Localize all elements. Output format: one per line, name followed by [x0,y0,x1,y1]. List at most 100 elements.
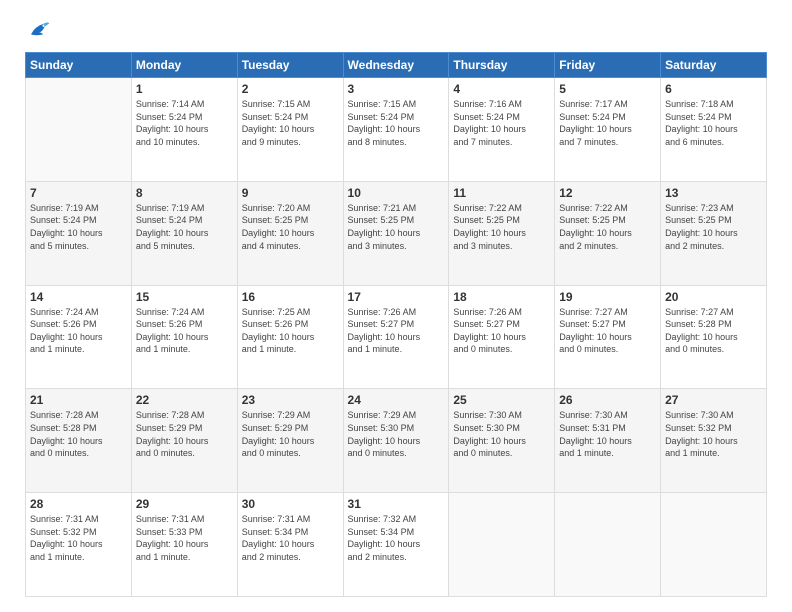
logo [25,20,51,40]
day-info: Sunrise: 7:17 AM Sunset: 5:24 PM Dayligh… [559,98,656,148]
day-info: Sunrise: 7:28 AM Sunset: 5:28 PM Dayligh… [30,409,127,459]
day-info: Sunrise: 7:29 AM Sunset: 5:30 PM Dayligh… [348,409,445,459]
day-info: Sunrise: 7:21 AM Sunset: 5:25 PM Dayligh… [348,202,445,252]
day-number: 19 [559,290,656,304]
day-info: Sunrise: 7:31 AM Sunset: 5:33 PM Dayligh… [136,513,233,563]
page: SundayMondayTuesdayWednesdayThursdayFrid… [0,0,792,612]
calendar-cell: 16 Sunrise: 7:25 AM Sunset: 5:26 PM Dayli… [237,285,343,389]
day-number: 26 [559,393,656,407]
day-number: 28 [30,497,127,511]
day-number: 16 [242,290,339,304]
calendar-cell: 17 Sunrise: 7:26 AM Sunset: 5:27 PM Dayli… [343,285,449,389]
day-info: Sunrise: 7:29 AM Sunset: 5:29 PM Dayligh… [242,409,339,459]
calendar-header-thursday: Thursday [449,53,555,78]
calendar-cell [555,493,661,597]
day-number: 11 [453,186,550,200]
calendar-header-monday: Monday [131,53,237,78]
day-number: 17 [348,290,445,304]
day-info: Sunrise: 7:26 AM Sunset: 5:27 PM Dayligh… [453,306,550,356]
calendar-week-1: 1Sunrise: 7:14 AM Sunset: 5:24 PM Daylig… [26,78,767,182]
day-number: 23 [242,393,339,407]
day-info: Sunrise: 7:30 AM Sunset: 5:32 PM Dayligh… [665,409,762,459]
calendar-week-5: 28 Sunrise: 7:31 AM Sunset: 5:32 PM Dayli… [26,493,767,597]
day-number: 25 [453,393,550,407]
calendar-week-4: 21 Sunrise: 7:28 AM Sunset: 5:28 PM Dayli… [26,389,767,493]
day-number: 12 [559,186,656,200]
day-number: 31 [348,497,445,511]
calendar-week-3: 14 Sunrise: 7:24 AM Sunset: 5:26 PM Dayli… [26,285,767,389]
calendar-cell: 10 Sunrise: 7:21 AM Sunset: 5:25 PM Dayli… [343,181,449,285]
day-number: 2 [242,82,339,96]
calendar-cell [26,78,132,182]
day-number: 4 [453,82,550,96]
calendar-cell: 22 Sunrise: 7:28 AM Sunset: 5:29 PM Dayli… [131,389,237,493]
calendar-cell [661,493,767,597]
day-number: 15 [136,290,233,304]
day-info: Sunrise: 7:26 AM Sunset: 5:27 PM Dayligh… [348,306,445,356]
day-info: Sunrise: 7:27 AM Sunset: 5:27 PM Dayligh… [559,306,656,356]
day-number: 18 [453,290,550,304]
day-number: 22 [136,393,233,407]
calendar-header-sunday: Sunday [26,53,132,78]
day-info: Sunrise: 7:19 AM Sunset: 5:24 PM Dayligh… [136,202,233,252]
day-number: 5 [559,82,656,96]
day-info: Sunrise: 7:27 AM Sunset: 5:28 PM Dayligh… [665,306,762,356]
logo-text [25,20,51,40]
day-info: Sunrise: 7:24 AM Sunset: 5:26 PM Dayligh… [136,306,233,356]
calendar-header-friday: Friday [555,53,661,78]
day-number: 29 [136,497,233,511]
day-number: 3 [348,82,445,96]
calendar-cell [449,493,555,597]
day-number: 6 [665,82,762,96]
calendar-cell: 21 Sunrise: 7:28 AM Sunset: 5:28 PM Dayli… [26,389,132,493]
calendar-cell: 18 Sunrise: 7:26 AM Sunset: 5:27 PM Dayli… [449,285,555,389]
day-number: 10 [348,186,445,200]
calendar-cell: 12 Sunrise: 7:22 AM Sunset: 5:25 PM Dayli… [555,181,661,285]
calendar-cell: 31 Sunrise: 7:32 AM Sunset: 5:34 PM Dayli… [343,493,449,597]
day-info: Sunrise: 7:16 AM Sunset: 5:24 PM Dayligh… [453,98,550,148]
calendar-cell: 11Sunrise: 7:22 AM Sunset: 5:25 PM Dayli… [449,181,555,285]
calendar-cell: 19 Sunrise: 7:27 AM Sunset: 5:27 PM Dayli… [555,285,661,389]
calendar-cell: 4 Sunrise: 7:16 AM Sunset: 5:24 PM Daylig… [449,78,555,182]
day-info: Sunrise: 7:14 AM Sunset: 5:24 PM Dayligh… [136,98,233,148]
calendar-header-tuesday: Tuesday [237,53,343,78]
day-info: Sunrise: 7:25 AM Sunset: 5:26 PM Dayligh… [242,306,339,356]
day-number: 14 [30,290,127,304]
day-number: 27 [665,393,762,407]
calendar-cell: 25Sunrise: 7:30 AM Sunset: 5:30 PM Dayli… [449,389,555,493]
calendar-cell: 7Sunrise: 7:19 AM Sunset: 5:24 PM Daylig… [26,181,132,285]
day-number: 21 [30,393,127,407]
day-number: 24 [348,393,445,407]
day-number: 8 [136,186,233,200]
day-info: Sunrise: 7:22 AM Sunset: 5:25 PM Dayligh… [559,202,656,252]
calendar-cell: 15 Sunrise: 7:24 AM Sunset: 5:26 PM Dayli… [131,285,237,389]
day-info: Sunrise: 7:19 AM Sunset: 5:24 PM Dayligh… [30,202,127,252]
calendar-cell: 29 Sunrise: 7:31 AM Sunset: 5:33 PM Dayli… [131,493,237,597]
day-info: Sunrise: 7:32 AM Sunset: 5:34 PM Dayligh… [348,513,445,563]
calendar-cell: 24 Sunrise: 7:29 AM Sunset: 5:30 PM Dayli… [343,389,449,493]
calendar-cell: 6 Sunrise: 7:18 AM Sunset: 5:24 PM Daylig… [661,78,767,182]
calendar-cell: 8 Sunrise: 7:19 AM Sunset: 5:24 PM Daylig… [131,181,237,285]
day-info: Sunrise: 7:18 AM Sunset: 5:24 PM Dayligh… [665,98,762,148]
day-info: Sunrise: 7:23 AM Sunset: 5:25 PM Dayligh… [665,202,762,252]
day-info: Sunrise: 7:30 AM Sunset: 5:31 PM Dayligh… [559,409,656,459]
day-info: Sunrise: 7:15 AM Sunset: 5:24 PM Dayligh… [242,98,339,148]
day-number: 30 [242,497,339,511]
logo-bird-icon [27,20,51,40]
day-info: Sunrise: 7:31 AM Sunset: 5:32 PM Dayligh… [30,513,127,563]
calendar-cell: 1Sunrise: 7:14 AM Sunset: 5:24 PM Daylig… [131,78,237,182]
calendar-cell: 27 Sunrise: 7:30 AM Sunset: 5:32 PM Dayli… [661,389,767,493]
day-info: Sunrise: 7:20 AM Sunset: 5:25 PM Dayligh… [242,202,339,252]
day-number: 9 [242,186,339,200]
calendar-cell: 20 Sunrise: 7:27 AM Sunset: 5:28 PM Dayli… [661,285,767,389]
day-number: 20 [665,290,762,304]
calendar-cell: 3 Sunrise: 7:15 AM Sunset: 5:24 PM Daylig… [343,78,449,182]
calendar-cell: 30Sunrise: 7:31 AM Sunset: 5:34 PM Dayli… [237,493,343,597]
calendar-cell: 2 Sunrise: 7:15 AM Sunset: 5:24 PM Daylig… [237,78,343,182]
calendar-cell: 9 Sunrise: 7:20 AM Sunset: 5:25 PM Daylig… [237,181,343,285]
day-info: Sunrise: 7:15 AM Sunset: 5:24 PM Dayligh… [348,98,445,148]
day-info: Sunrise: 7:28 AM Sunset: 5:29 PM Dayligh… [136,409,233,459]
calendar-cell: 14Sunrise: 7:24 AM Sunset: 5:26 PM Dayli… [26,285,132,389]
calendar-cell: 13Sunrise: 7:23 AM Sunset: 5:25 PM Dayli… [661,181,767,285]
calendar-cell: 5 Sunrise: 7:17 AM Sunset: 5:24 PM Daylig… [555,78,661,182]
